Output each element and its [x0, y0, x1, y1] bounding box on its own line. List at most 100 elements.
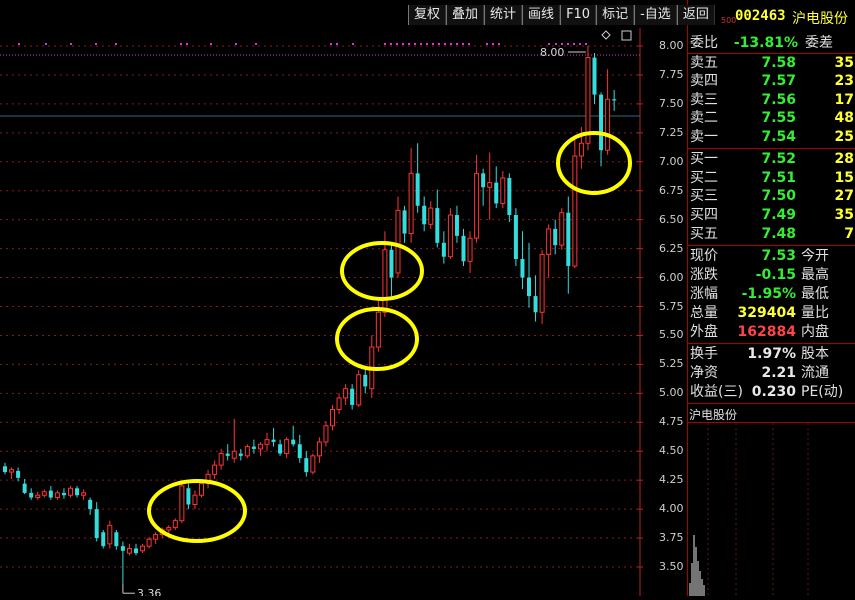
tb-draw-button[interactable]: 画线: [522, 5, 561, 25]
order-price: 7.56: [761, 92, 796, 108]
candle-body: [291, 439, 296, 445]
event-marker: [468, 43, 470, 45]
candle-body: [199, 483, 204, 496]
candle-body: [264, 439, 270, 445]
mini-grid: [707, 423, 809, 596]
event-marker: [235, 43, 237, 45]
stat-value: -1.95%: [741, 286, 796, 302]
event-marker: [115, 43, 117, 45]
stat-row: 涨跌 -0.15 最高: [688, 266, 855, 284]
buy-row-3[interactable]: 买三 7.50 27: [688, 187, 855, 205]
tb-back-button[interactable]: 返回: [676, 5, 715, 25]
candle-body: [533, 296, 538, 313]
buy-row-1[interactable]: 买一 7.52 28: [688, 150, 855, 168]
buy-row-2[interactable]: 买二 7.51 15: [688, 169, 855, 187]
candle-body: [605, 98, 611, 151]
mini-chart-title: 沪电股份: [689, 408, 738, 422]
stat-right-label: 最低: [801, 286, 829, 302]
tb-watchlist-button[interactable]: -自选: [634, 5, 677, 25]
candle-body: [447, 214, 453, 258]
stat-label: 收益(三): [690, 384, 743, 400]
weibi-value: -13.81%: [733, 35, 798, 51]
tb-f10-button[interactable]: F10: [560, 5, 597, 25]
candle-body: [546, 228, 552, 255]
order-vol: 27: [834, 188, 854, 204]
order-price: 7.48: [761, 226, 796, 242]
sell-row-1[interactable]: 卖一 7.54 25: [688, 128, 855, 146]
sell-row-2[interactable]: 卖二 7.55 48: [688, 109, 855, 127]
candle-body: [408, 172, 414, 235]
stat-label: 外盘: [690, 324, 718, 340]
candle-body: [304, 458, 309, 473]
mini-chart[interactable]: [688, 423, 855, 596]
candle-body: [48, 490, 53, 498]
tb-fuquan-button[interactable]: 复权: [408, 5, 447, 25]
tick-label: 6.25: [659, 241, 684, 255]
candle-body: [54, 492, 60, 499]
tick-label: 8.00: [659, 39, 684, 52]
kline-chart[interactable]: 8.00 3.36 8.00 7.75 7.50 7.25 7.00 6.75 6.50 6.2…: [0, 0, 687, 600]
event-marker: [210, 43, 212, 45]
order-label: 卖四: [690, 73, 718, 89]
candle-body: [599, 94, 604, 151]
event-marker: [579, 43, 581, 45]
event-marker: [498, 43, 500, 45]
event-marker: [352, 43, 354, 45]
candle-body: [330, 409, 335, 427]
event-marker: [462, 43, 464, 45]
candle-body: [41, 491, 47, 496]
buy-row-5[interactable]: 买五 7.48 7: [688, 225, 855, 243]
stat-value: 2.21: [761, 365, 796, 381]
event-marker: [70, 43, 72, 45]
candle-body: [134, 548, 138, 554]
diamond-marker-icon: [601, 30, 611, 40]
event-marker: [561, 43, 563, 45]
stat-row: 现价 7.53 今开: [688, 247, 855, 265]
stat-row: 外盘 162884 内盘: [688, 323, 855, 341]
candle-body: [467, 237, 473, 262]
sell-row-4[interactable]: 卖四 7.57 23: [688, 72, 855, 90]
stock-name[interactable]: 沪电股份: [792, 8, 848, 28]
candle-body: [441, 242, 446, 257]
candle-body: [350, 388, 355, 405]
candle-body: [566, 212, 571, 266]
order-label: 卖一: [690, 129, 718, 145]
tick-label: 3.75: [659, 531, 684, 545]
event-marker: [186, 43, 188, 45]
event-marker: [180, 43, 182, 45]
order-label: 卖五: [690, 55, 718, 71]
stat-row: 净资 2.21 流通: [688, 364, 855, 382]
order-label: 卖二: [690, 110, 718, 126]
order-price: 7.51: [761, 170, 796, 186]
order-price: 7.57: [761, 73, 796, 89]
candle-body: [527, 277, 531, 297]
highlight-circle: [340, 241, 424, 301]
tick-label: 4.00: [659, 502, 684, 516]
order-vol: 35: [834, 207, 854, 223]
stat-value: -0.15: [755, 267, 796, 283]
order-vol: 48: [834, 110, 854, 126]
tb-overlay-button[interactable]: 叠加: [446, 5, 485, 25]
candle-body: [310, 455, 316, 473]
sell-row-3[interactable]: 卖三 7.56 17: [688, 91, 855, 109]
candle-body: [415, 173, 420, 206]
order-price: 7.49: [761, 207, 796, 223]
weibi-label: 委比: [690, 35, 718, 51]
tb-mark-button[interactable]: 标记: [596, 5, 635, 25]
buy-row-4[interactable]: 买四 7.49 35: [688, 206, 855, 224]
sell-row-5[interactable]: 卖五 7.58 35: [688, 54, 855, 72]
stat-value: 329404: [737, 305, 796, 321]
candle-body: [389, 249, 394, 278]
candle-body: [9, 469, 15, 473]
event-marker: [45, 43, 47, 45]
candle-body: [507, 177, 512, 216]
tb-stats-button[interactable]: 统计: [484, 5, 523, 25]
order-vol: 7: [844, 226, 854, 242]
kline-svg[interactable]: 8.00 3.36: [0, 0, 687, 600]
highlight-circle: [556, 131, 632, 195]
candle-body: [382, 249, 388, 313]
candle-body: [101, 532, 106, 547]
stock-code[interactable]: 002463: [735, 8, 786, 24]
toolbar: 复权 叠加 统计 画线 F10 标记 -自选 返回: [408, 5, 715, 25]
stat-label: 总量: [690, 305, 718, 321]
